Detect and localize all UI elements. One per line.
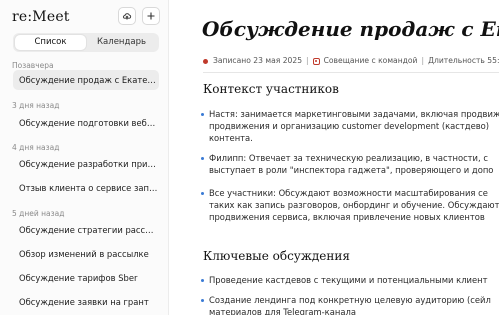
list-item: Настя: занимается маркетинговыми задачам… xyxy=(201,108,499,144)
page-title: Обсуждение продаж с Екатериной xyxy=(202,17,499,41)
section-heading: Контекст участников xyxy=(203,82,339,96)
meeting-list-item[interactable]: Обсуждение разработки приложения xyxy=(13,154,159,174)
group-label-4-days-ago: 4 дня назад xyxy=(12,143,60,152)
meeting-list-item[interactable]: Обсуждение стратегии рассылок xyxy=(13,220,159,240)
bullet-line: Филипп: Отвечает за техническую реализац… xyxy=(209,153,488,163)
meeting-type: Совещание с командой xyxy=(323,56,418,65)
app-window: re:Meet Список Календарь Позавчера Обсуж… xyxy=(0,0,499,315)
bullet-line: Настя: занимается маркетинговыми задачам… xyxy=(209,109,499,119)
view-switcher: Список Календарь xyxy=(13,33,159,52)
bullet-line: контента. xyxy=(209,133,253,143)
recording-dot-icon xyxy=(203,58,208,64)
meeting-list-item[interactable]: Обзор изменений в рассылке xyxy=(13,244,159,264)
meeting-detail: Обсуждение продаж с Екатериной Записано … xyxy=(169,0,499,315)
section-heading: Ключевые обсуждения xyxy=(203,249,350,263)
bullet-line: Проведение кастдевов с текущими и потенц… xyxy=(209,275,488,285)
bullet-line: продвижения и организацию customer devel… xyxy=(209,121,490,131)
list-item: Проведение кастдевов с текущими и потенц… xyxy=(201,274,499,286)
divider xyxy=(203,72,499,73)
sidebar: re:Meet Список Календарь Позавчера Обсуж… xyxy=(0,0,169,315)
app-logo: re:Meet xyxy=(12,9,70,25)
list-item: Все участники: Обсуждают возможности мас… xyxy=(201,187,499,223)
meeting-type-icon xyxy=(312,57,320,65)
meeting-list-item[interactable]: Обсуждение продаж с Екатериной xyxy=(13,70,159,90)
recorded-date: Записано 23 мая 2025 xyxy=(213,56,303,65)
group-label-5-days-ago: 5 дней назад xyxy=(12,209,65,218)
list-item: Создание лендинга под конкретную целевую… xyxy=(201,294,499,315)
add-meeting-button[interactable] xyxy=(142,7,160,25)
list-item: Филипп: Отвечает за техническую реализац… xyxy=(201,152,499,176)
tab-list[interactable]: Список xyxy=(15,35,86,50)
meeting-duration: Длительность 55:36 xyxy=(428,56,499,65)
bullet-line: таких как запись разговоров, онбординг и… xyxy=(209,200,499,210)
meeting-list-item[interactable]: Отзыв клиента о сервисе записи xyxy=(13,178,159,198)
meeting-meta: Записано 23 мая 2025 | Совещание с коман… xyxy=(203,55,499,67)
bullet-line: выступает в роли "инспектора гаджета", п… xyxy=(209,165,494,175)
tab-calendar[interactable]: Календарь xyxy=(86,35,157,50)
bullet-line: материалов для Telegram-канала xyxy=(209,307,356,315)
plus-icon xyxy=(147,12,155,20)
bullet-line: Создание лендинга под конкретную целевую… xyxy=(209,295,491,305)
meta-separator: | xyxy=(306,56,309,65)
meeting-list-item[interactable]: Обсуждение заявки на грант xyxy=(13,292,159,312)
meeting-list-item[interactable]: Обсуждение тарифов Sber xyxy=(13,268,159,288)
group-label-day-before-yesterday: Позавчера xyxy=(12,61,54,70)
cloud-upload-button[interactable] xyxy=(118,7,136,25)
cloud-upload-icon xyxy=(122,13,132,20)
meeting-list-item[interactable]: Обсуждение подготовки вебинара xyxy=(13,113,159,133)
meta-separator: | xyxy=(421,56,425,65)
group-label-3-days-ago: 3 дня назад xyxy=(12,101,60,110)
bullet-line: Все участники: Обсуждают возможности мас… xyxy=(209,188,488,198)
bullet-line: продвижения сервиса, включая привлечение… xyxy=(209,212,485,222)
